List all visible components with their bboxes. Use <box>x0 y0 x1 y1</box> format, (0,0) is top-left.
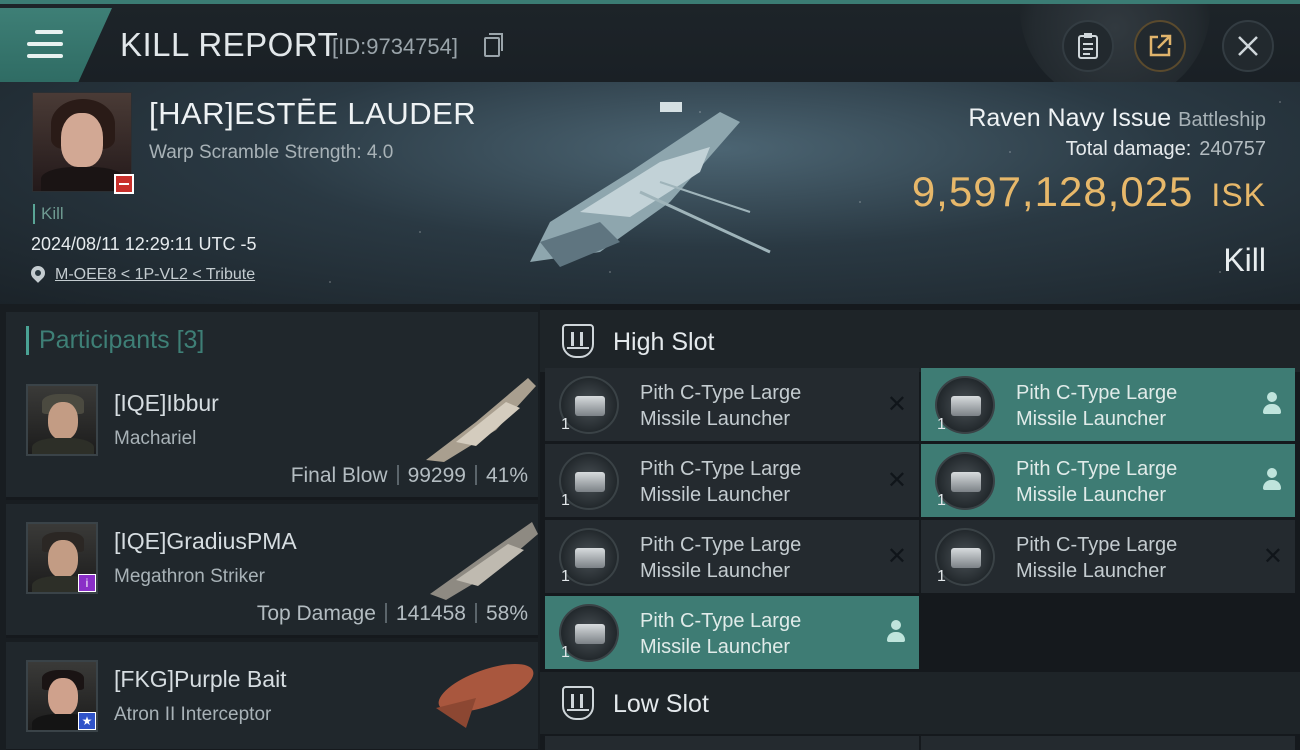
module-name: Pith C-Type Large Missile Launcher <box>640 458 802 506</box>
low-slot-icon <box>562 686 594 720</box>
kill-tag: Kill <box>33 204 64 224</box>
low-slot-title: Low Slot <box>613 690 709 718</box>
person-icon <box>1263 392 1281 414</box>
participants-header: Participants [3] <box>6 312 538 368</box>
module-item[interactable]: 1 Pith C-Type Large Missile Launcher ✕ <box>921 520 1295 593</box>
clipboard-button[interactable] <box>1062 20 1114 72</box>
copy-icon[interactable] <box>484 33 503 57</box>
avatar[interactable]: i <box>26 522 98 594</box>
victim-ship-name[interactable]: Raven Navy Issue Battleship <box>968 104 1266 133</box>
high-slot-icon <box>562 324 594 358</box>
person-icon <box>1263 468 1281 490</box>
participant-ship: Megathron Striker <box>114 566 266 587</box>
kill-datetime: 2024/08/11 12:29:11 UTC -5 <box>31 234 257 254</box>
avatar[interactable] <box>26 384 98 456</box>
participant-ship: Atron II Interceptor <box>114 704 272 725</box>
x-mark-icon: ✕ <box>886 467 907 494</box>
x-mark-icon: ✕ <box>1262 543 1283 570</box>
total-damage: Total damage: 240757 <box>1065 138 1266 160</box>
star-badge-icon: ★ <box>78 712 96 730</box>
fitting-panel: High Slot 1 Pith C-Type Large Missile Lau… <box>540 304 1300 750</box>
participant-row[interactable]: i [IQE]GradiusPMA Megathron Striker Top … <box>6 504 538 638</box>
victim-ship-image <box>530 102 771 267</box>
module-item[interactable]: 1 Pith C-Type Large Missile Launcher ✕ <box>545 520 919 593</box>
module-name: Pith C-Type Large Missile Launcher <box>640 610 802 658</box>
participant-name: [IQE]Ibbur <box>114 390 219 416</box>
x-mark-icon: ✕ <box>886 543 907 570</box>
participants-panel: Participants [3] [IQE]Ibbur Machariel Fi… <box>0 304 540 750</box>
participant-row[interactable]: [IQE]Ibbur Machariel Final Blow 99299 41% <box>6 366 538 500</box>
result-label: Kill <box>1223 242 1266 278</box>
participant-row[interactable]: ★ [FKG]Purple Bait Atron II Interceptor <box>6 642 538 750</box>
module-name: Pith C-Type Large Missile Launcher <box>1016 382 1178 430</box>
corp-badge <box>114 174 134 194</box>
module-name: Pith C-Type Large Missile Launcher <box>1016 534 1178 582</box>
high-slot-title: High Slot <box>613 328 715 356</box>
menu-button[interactable] <box>0 8 112 82</box>
page-title: KILL REPORT <box>120 26 339 63</box>
victim-summary: [HAR]ESTĒE LAUDER Warp Scramble Strength… <box>0 82 1300 304</box>
module-name: Pith C-Type Large Missile Launcher <box>1016 458 1178 506</box>
module-item[interactable]: 1 Pith C-Type Large Missile Launcher ✕ <box>545 444 919 517</box>
isk-value: 9,597,128,025 ISK <box>911 168 1266 215</box>
participant-stats: Final Blow 99299 41% <box>290 464 528 487</box>
share-button[interactable] <box>1134 20 1186 72</box>
hamburger-icon <box>27 30 63 58</box>
ship-class: Battleship <box>1178 109 1266 131</box>
low-slot-header: Low Slot <box>540 672 1300 734</box>
avatar[interactable]: ★ <box>26 660 98 732</box>
module-name: Pith C-Type Large Missile Launcher <box>640 534 802 582</box>
participant-name: [IQE]GradiusPMA <box>114 528 297 554</box>
top-bar: KILL REPORT [ID:9734754] <box>0 0 1300 86</box>
close-button[interactable] <box>1222 20 1274 72</box>
participant-ship-image <box>430 522 538 600</box>
participant-name: [FKG]Purple Bait <box>114 666 287 692</box>
kill-location-link[interactable]: M-OEE8 < 1P-VL2 < Tribute <box>55 266 255 284</box>
participant-ship-image <box>436 663 534 728</box>
share-icon <box>1149 34 1172 57</box>
module-name: Pith C-Type Large Missile Launcher <box>640 382 802 430</box>
close-icon <box>1238 36 1258 56</box>
high-slot-header: High Slot <box>540 310 1300 372</box>
module-item[interactable]: 1 Pith C-Type Large Missile Launcher <box>921 444 1295 517</box>
module-item[interactable]: 1 Pith C-Type Large Missile Launcher ✕ <box>545 368 919 441</box>
module-item[interactable]: 1 Pith C-Type Large Missile Launcher <box>545 596 919 669</box>
warp-scramble-strength: Warp Scramble Strength: 4.0 <box>149 142 394 163</box>
corp-badge: i <box>78 574 96 592</box>
module-item[interactable] <box>545 736 919 750</box>
participants-title: Participants [3] <box>26 326 204 355</box>
participant-stats: Top Damage 141458 58% <box>256 602 528 625</box>
x-mark-icon: ✕ <box>886 391 907 418</box>
participant-ship-image <box>426 378 536 462</box>
person-icon <box>887 620 905 642</box>
clipboard-icon <box>1078 33 1098 59</box>
module-item[interactable]: 1 Pith C-Type Large Missile Launcher <box>921 368 1295 441</box>
victim-name[interactable]: [HAR]ESTĒE LAUDER <box>149 96 476 132</box>
module-item[interactable] <box>921 736 1295 750</box>
participant-ship: Machariel <box>114 428 197 449</box>
report-id: [ID:9734754] <box>332 34 458 59</box>
